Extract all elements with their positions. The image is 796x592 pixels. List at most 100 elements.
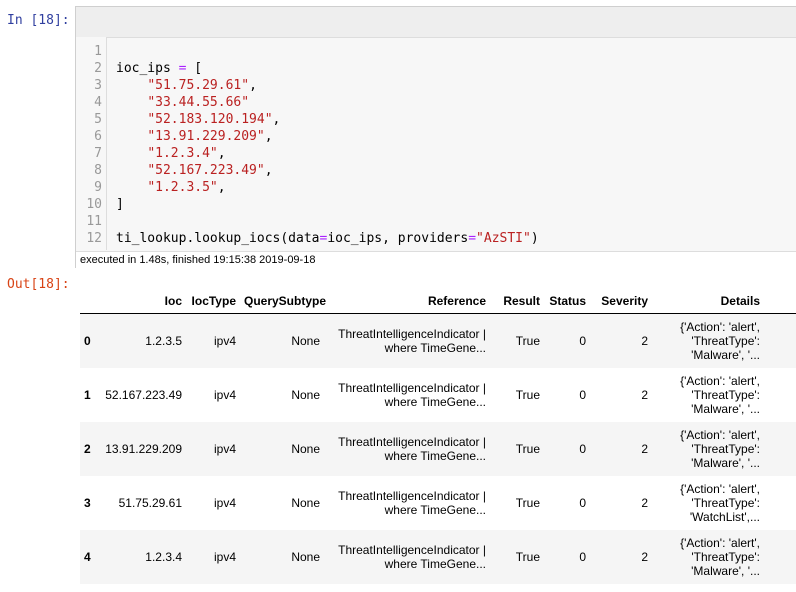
code-text[interactable]: "33.44.55.66" xyxy=(116,94,249,111)
code-text[interactable]: "51.75.29.61", xyxy=(116,77,257,94)
cell-text: True xyxy=(515,496,540,510)
cell-text: 1.2.3.4 xyxy=(145,550,182,564)
cell-status: 0 xyxy=(544,476,590,530)
cell-query-subtype: None xyxy=(240,314,324,369)
cell-text: True xyxy=(515,442,540,456)
cell-text: 51.75.29.61 xyxy=(118,496,182,510)
cell-text: ThreatIntelligenceIndicator | xyxy=(338,435,486,449)
cell-details: {'Action': 'alert', 'ThreatType': 'Malware… xyxy=(652,368,764,422)
cell-text: ThreatIntelligenceIndicator | xyxy=(338,489,486,503)
cell-truncated: 'A6A xyxy=(764,368,796,422)
line-number: 2 xyxy=(94,61,102,76)
cell-text: 0 xyxy=(579,496,586,510)
cell-text: 'Malware', '... xyxy=(691,402,760,416)
code-line[interactable]: 3 "51.75.29.61", xyxy=(76,77,257,94)
cell-text: 0 xyxy=(579,442,586,456)
line-number: 10 xyxy=(86,197,102,212)
cell-text: {'Action': 'alert', xyxy=(680,428,760,442)
cell-text: {'Action': 'alert', xyxy=(680,536,760,550)
table-row: 2 13.91.229.209 ipv4 None ThreatIntelligence… xyxy=(80,422,796,476)
code-line[interactable]: 7 "1.2.3.4", xyxy=(76,145,225,162)
cell-text: 'Malware', '... xyxy=(691,456,760,470)
code-line[interactable]: 2 ioc_ips = [ xyxy=(76,60,202,77)
code-text[interactable]: ] xyxy=(116,196,124,213)
column-header: IocType xyxy=(186,288,240,314)
column-header: Reference xyxy=(324,288,490,314)
code-line[interactable]: 10] xyxy=(76,196,123,213)
row-index: 2 xyxy=(80,422,100,476)
cell-reference: ThreatIntelligenceIndicator | where TimeG… xyxy=(324,530,490,584)
line-number: 1 xyxy=(94,44,102,59)
cell-text: 52.167.223.49 xyxy=(105,388,182,402)
cell-text: ipv4 xyxy=(213,550,236,564)
code-text[interactable]: ti_lookup.lookup_iocs(data=ioc_ips, prov… xyxy=(116,230,539,247)
row-index: 1 xyxy=(80,368,100,422)
cell-text: 'ThreatType': xyxy=(691,550,760,564)
table-row: 4 1.2.3.4 ipv4 None ThreatIntelligenceIndica… xyxy=(80,530,796,584)
cell-text: 'Malware', '... xyxy=(691,564,760,578)
cell-text: 0 xyxy=(579,388,586,402)
cell-severity: 2 xyxy=(590,476,652,530)
column-header: Result xyxy=(490,288,544,314)
line-number: 4 xyxy=(94,95,102,110)
cell-status: 0 xyxy=(544,530,590,584)
cell-severity: 2 xyxy=(590,314,652,369)
code-text[interactable]: ioc_ips = [ xyxy=(116,60,202,77)
cell-text: ipv4 xyxy=(213,334,236,348)
code-line[interactable]: 6 "13.91.229.209", xyxy=(76,128,272,145)
column-header: Severity xyxy=(590,288,652,314)
code-text[interactable]: "52.183.120.194", xyxy=(116,111,280,128)
cell-text: 2 xyxy=(641,496,648,510)
cell-details: {'Action': 'alert', 'ThreatType': 'Malware… xyxy=(652,530,764,584)
line-number: 8 xyxy=(94,163,102,178)
cell-status: 0 xyxy=(544,314,590,369)
cell-truncated: '745A xyxy=(764,476,796,530)
code-editor[interactable]: 1 2 ioc_ips = [3 "51.75.29.61", 4 "33.44.55… xyxy=(76,43,538,247)
cell-ioc-type: ipv4 xyxy=(186,476,240,530)
cell-ioc-type: ipv4 xyxy=(186,422,240,476)
execution-info: executed in 1.48s, finished 19:15:38 201… xyxy=(76,251,796,269)
code-line[interactable]: 5 "52.183.120.194", xyxy=(76,111,280,128)
cell-ioc: 51.75.29.61 xyxy=(100,476,186,530)
line-number: 3 xyxy=(94,78,102,93)
cell-text: 4 xyxy=(84,550,91,564)
cell-text: ipv4 xyxy=(213,496,236,510)
cell-result: True xyxy=(490,368,544,422)
code-text[interactable]: "52.167.223.49", xyxy=(116,162,272,179)
cell-result: True xyxy=(490,476,544,530)
cell-truncated: 'AE4 xyxy=(764,314,796,369)
cell-text: 'Malware', '... xyxy=(691,348,760,362)
cell-text: 2 xyxy=(84,442,91,456)
cell-ioc-type: ipv4 xyxy=(186,530,240,584)
cell-text: 'ThreatType': xyxy=(691,496,760,510)
code-cell-input[interactable]: 1 2 ioc_ips = [3 "51.75.29.61", 4 "33.44.55… xyxy=(75,6,796,269)
cell-text: 'ThreatType': xyxy=(691,442,760,456)
code-line[interactable]: 1 xyxy=(76,43,102,60)
code-text[interactable]: "13.91.229.209", xyxy=(116,128,272,145)
line-number: 11 xyxy=(86,214,102,229)
cell-text: ThreatIntelligenceIndicator | xyxy=(338,327,486,341)
cell-text: {'Action': 'alert', xyxy=(680,320,760,334)
code-line[interactable]: 4 "33.44.55.66" xyxy=(76,94,249,111)
cell-text: 2 xyxy=(641,442,648,456)
cell-text: 'WatchList',... xyxy=(689,510,760,524)
cell-details: {'Action': 'alert', 'ThreatType': 'WatchLi… xyxy=(652,476,764,530)
cell-text: 0 xyxy=(84,334,91,348)
code-line[interactable]: 11 xyxy=(76,213,102,230)
input-prompt: In [18]: xyxy=(7,13,70,28)
cell-text: where TimeGene... xyxy=(384,503,486,517)
cell-status: 0 xyxy=(544,422,590,476)
code-text[interactable]: "1.2.3.5", xyxy=(116,179,225,196)
cell-text: True xyxy=(515,334,540,348)
code-line[interactable]: 8 "52.167.223.49", xyxy=(76,162,272,179)
code-line[interactable]: 12 ti_lookup.lookup_iocs(data=ioc_ips, pr… xyxy=(76,230,538,247)
cell-reference: ThreatIntelligenceIndicator | where TimeG… xyxy=(324,476,490,530)
cell-ioc-type: ipv4 xyxy=(186,314,240,369)
cell-text: None xyxy=(291,550,320,564)
cell-text: 3 xyxy=(84,496,91,510)
cell-text: 0 xyxy=(579,334,586,348)
code-line[interactable]: 9 "1.2.3.5", xyxy=(76,179,225,196)
code-text[interactable]: "1.2.3.4", xyxy=(116,145,225,162)
column-header xyxy=(80,288,100,314)
cell-result: True xyxy=(490,530,544,584)
